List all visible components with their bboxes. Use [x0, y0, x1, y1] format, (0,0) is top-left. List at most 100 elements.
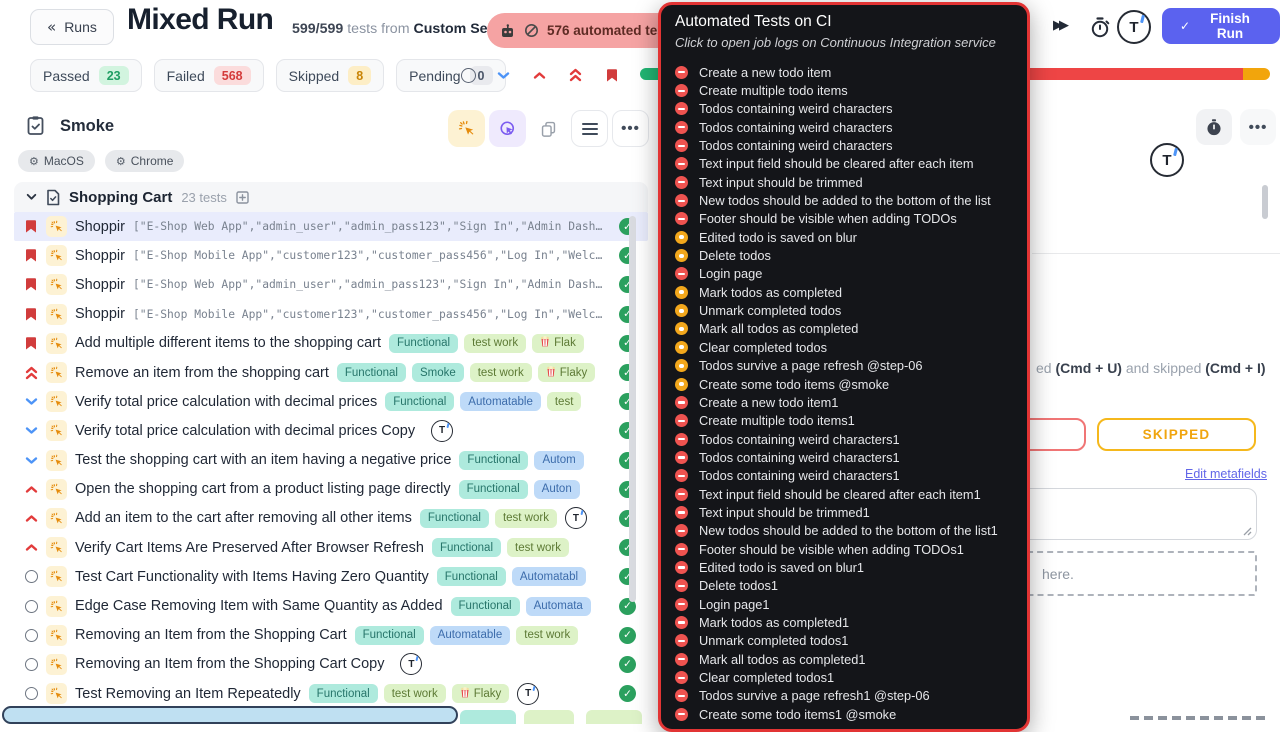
ci-test-item[interactable]: Unmark completed todos [675, 301, 1027, 319]
testomat-logo[interactable]: T [1117, 10, 1151, 44]
chevron-up-icon[interactable] [24, 485, 38, 494]
test-row[interactable]: Add multiple different items to the shop… [14, 329, 648, 358]
test-row[interactable]: Open the shopping cart from a product li… [14, 475, 648, 504]
tag-pill[interactable]: Flaky [452, 684, 509, 703]
ci-test-item[interactable]: Create multiple todo items [675, 81, 1027, 99]
tag-pill[interactable]: Functional [432, 538, 501, 557]
ci-test-item[interactable]: Todos containing weird characters [675, 100, 1027, 118]
test-row[interactable]: Verify total price calculation with deci… [14, 387, 648, 416]
bookmark-icon[interactable] [24, 277, 38, 292]
list-view-button[interactable] [571, 110, 608, 147]
filter-chip[interactable]: Pending 0 [396, 59, 505, 92]
circle-icon[interactable] [24, 658, 38, 671]
test-row[interactable]: Shoppir ["E-Shop Web App","admin_user","… [14, 212, 648, 241]
test-row[interactable]: Verify Cart Items Are Preserved After Br… [14, 533, 648, 562]
test-row[interactable]: Removing an Item from the Shopping Cart … [14, 650, 648, 679]
timer-button[interactable] [1086, 13, 1114, 41]
circle-icon[interactable] [24, 687, 38, 700]
ci-test-item[interactable]: Mark all todos as completed [675, 320, 1027, 338]
ci-test-item[interactable]: Clear completed todos1 [675, 668, 1027, 686]
interactive-run-button[interactable] [489, 110, 526, 147]
ci-test-item[interactable]: Edited todo is saved on blur [675, 228, 1027, 246]
test-automated-logo[interactable]: T [1150, 143, 1184, 177]
ci-test-item[interactable]: Footer should be visible when adding TOD… [675, 540, 1027, 558]
comment-textarea[interactable] [1014, 488, 1257, 540]
ci-test-item[interactable]: Todos survive a page refresh @step-06 [675, 357, 1027, 375]
severity-major-icon[interactable] [531, 67, 547, 83]
tag-pill[interactable]: test work [464, 334, 526, 353]
ci-test-item[interactable]: Edited todo is saved on blur1 [675, 558, 1027, 576]
tag-pill[interactable]: test work [470, 363, 532, 382]
tag-pill[interactable]: Functional [437, 567, 506, 586]
tag-pill[interactable]: Flak [532, 334, 584, 353]
circle-icon[interactable] [24, 629, 38, 642]
ci-test-item[interactable]: Text input field should be cleared after… [675, 485, 1027, 503]
tag-pill[interactable]: Functional [337, 363, 406, 382]
test-row[interactable]: Removing an Item from the Shopping Cart … [14, 621, 648, 650]
add-test-icon[interactable] [236, 191, 249, 204]
tag-pill[interactable]: Functional [389, 334, 458, 353]
chevron-up-icon[interactable] [24, 514, 38, 523]
test-row[interactable]: Shoppir ["E-Shop Web App","admin_user","… [14, 270, 648, 299]
tag-pill[interactable]: Functional [459, 480, 528, 499]
ci-test-item[interactable]: Login page1 [675, 595, 1027, 613]
tag-pill[interactable]: Functional [385, 392, 454, 411]
tag-pill[interactable]: Flaky [538, 363, 595, 382]
fast-forward-icon[interactable]: ▶▶ [1053, 18, 1065, 33]
bookmark-icon[interactable] [24, 307, 38, 322]
group-header-shopping-cart[interactable]: Shopping Cart 23 tests [14, 182, 648, 212]
test-row[interactable]: Shoppir ["E-Shop Mobile App","customer12… [14, 300, 648, 329]
tag-pill[interactable]: Functional [309, 684, 378, 703]
ci-test-item[interactable]: Mark todos as completed [675, 283, 1027, 301]
ci-test-item[interactable]: Text input should be trimmed [675, 173, 1027, 191]
edit-metafields-link[interactable]: Edit metafields [1185, 467, 1267, 481]
ci-test-item[interactable]: Text input should be trimmed1 [675, 503, 1027, 521]
tag-pill[interactable]: test work [507, 538, 569, 557]
env-tag[interactable]: ⚙ MacOS [18, 150, 95, 172]
ci-test-item[interactable]: Delete todos [675, 246, 1027, 264]
ci-test-item[interactable]: Create a new todo item1 [675, 393, 1027, 411]
ci-test-item[interactable]: Mark all todos as completed1 [675, 650, 1027, 668]
ci-test-item[interactable]: Todos containing weird characters1 [675, 467, 1027, 485]
ci-test-item[interactable]: Todos containing weird characters1 [675, 448, 1027, 466]
back-to-runs-button[interactable]: « Runs [30, 9, 114, 45]
severity-minor-icon[interactable] [495, 67, 511, 83]
ci-test-item[interactable]: Todos containing weird characters [675, 118, 1027, 136]
chevron-up-icon[interactable] [24, 543, 38, 552]
ci-test-item[interactable]: Login page [675, 265, 1027, 283]
ci-test-item[interactable]: Delete todos1 [675, 577, 1027, 595]
finish-run-button[interactable]: ✓ Finish Run [1162, 8, 1280, 44]
ci-test-item[interactable]: New todos should be added to the bottom … [675, 191, 1027, 209]
bookmark-icon[interactable] [24, 248, 38, 263]
bookmark-icon[interactable] [24, 336, 38, 351]
tag-pill[interactable]: Auton [534, 480, 580, 499]
filter-chip[interactable]: Passed 23 [30, 59, 142, 92]
filter-chip[interactable]: Failed 568 [154, 59, 264, 92]
chevron-down-icon[interactable] [24, 456, 38, 465]
tag-pill[interactable]: Functional [355, 626, 424, 645]
chevron-down-icon[interactable] [24, 426, 38, 435]
list-vertical-scrollbar[interactable] [629, 216, 636, 602]
panel-scrollbar[interactable] [1262, 185, 1268, 219]
test-row[interactable]: Edge Case Removing Item with Same Quanti… [14, 591, 648, 620]
tag-pill[interactable]: test [547, 392, 582, 411]
ci-test-item[interactable]: Create multiple todo items1 [675, 412, 1027, 430]
pending-filter-icon[interactable] [460, 67, 476, 83]
bookmark-icon[interactable] [24, 219, 38, 234]
test-row[interactable]: Verify total price calculation with deci… [14, 416, 648, 445]
ci-test-item[interactable]: Unmark completed todos1 [675, 632, 1027, 650]
ci-test-item[interactable]: Todos containing weird characters1 [675, 430, 1027, 448]
ci-test-item[interactable]: Create a new todo item [675, 63, 1027, 81]
ci-test-item[interactable]: Text input field should be cleared after… [675, 155, 1027, 173]
chevron-down-icon[interactable] [24, 397, 38, 406]
tag-pill[interactable]: Smoke [412, 363, 464, 382]
filter-chip[interactable]: Skipped 8 [276, 59, 385, 92]
mark-skipped-button[interactable]: SKIPPED [1097, 418, 1256, 451]
tag-pill[interactable]: Functional [451, 597, 520, 616]
tag-pill[interactable]: Functional [420, 509, 489, 528]
ci-test-item[interactable]: Create some todo items1 @smoke [675, 705, 1027, 723]
ci-test-item[interactable]: Todos containing weird characters [675, 136, 1027, 154]
test-row[interactable]: Test Removing an Item Repeatedly Functio… [14, 679, 648, 708]
test-row[interactable]: Test the shopping cart with an item havi… [14, 446, 648, 475]
suite-more-button[interactable]: ••• [612, 110, 649, 147]
